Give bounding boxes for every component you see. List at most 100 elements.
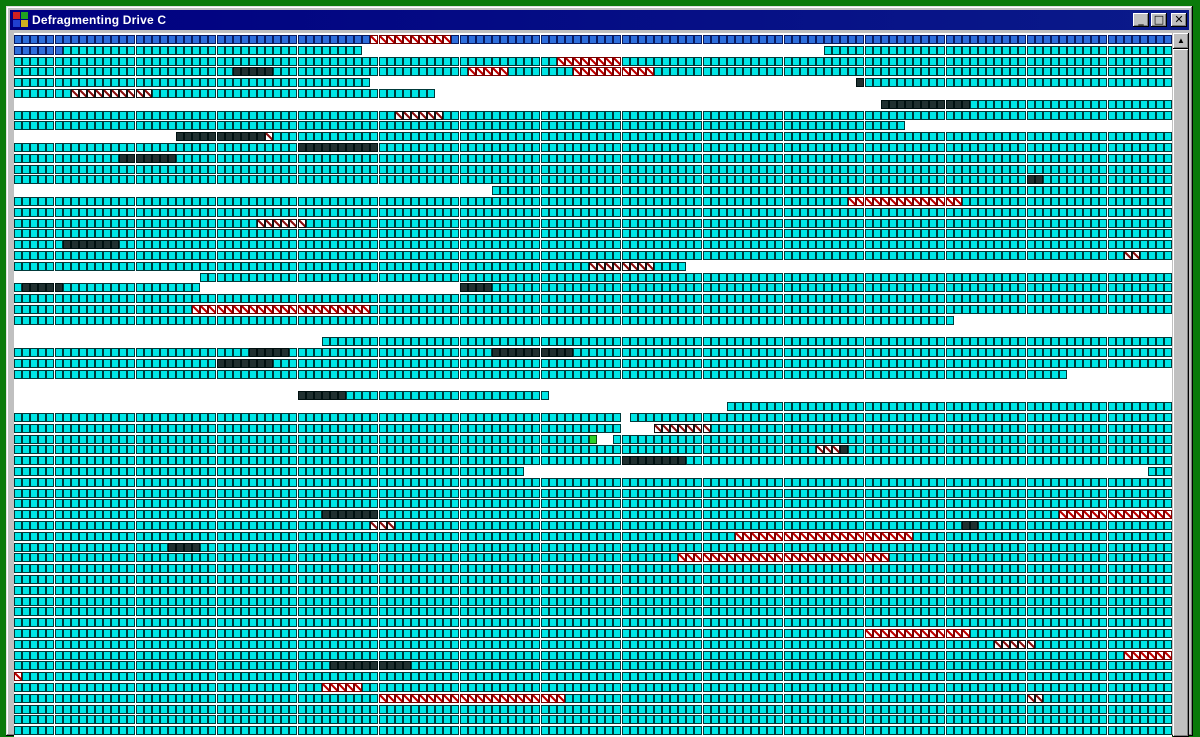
unmoved-cluster (541, 294, 549, 303)
unmoved-cluster (1164, 240, 1172, 249)
unmoved-cluster (22, 175, 30, 184)
unmoved-cluster (330, 46, 338, 55)
unmoved-cluster (848, 294, 856, 303)
bad-cluster (832, 445, 840, 454)
unmoved-cluster (379, 435, 387, 444)
unmoved-cluster (500, 186, 508, 195)
unmoved-cluster (711, 359, 719, 368)
unmoved-cluster (1002, 67, 1010, 76)
unmoved-cluster (14, 121, 22, 130)
unmoved-cluster (468, 391, 476, 400)
unmoved-cluster (808, 413, 816, 422)
unmoved-cluster (1091, 132, 1099, 141)
unmoved-cluster (46, 316, 54, 325)
unmoved-cluster (136, 251, 144, 260)
unmoved-cluster (905, 165, 913, 174)
unmoved-cluster (856, 240, 864, 249)
close-button[interactable]: ✕ (1171, 13, 1187, 27)
unmoved-cluster (759, 121, 767, 130)
unmoved-cluster (800, 435, 808, 444)
unmoved-cluster (767, 143, 775, 152)
unmoved-cluster (565, 165, 573, 174)
unmoved-cluster (508, 229, 516, 238)
unmoved-cluster (1051, 273, 1059, 282)
unmoved-cluster (1140, 456, 1148, 465)
unmoved-cluster (954, 67, 962, 76)
unmoved-cluster (103, 143, 111, 152)
unmoved-cluster (1148, 478, 1156, 487)
unmoved-cluster (87, 78, 95, 87)
unmoved-cluster (176, 424, 184, 433)
unmoved-cluster (1116, 154, 1124, 163)
unmoved-cluster (152, 370, 160, 379)
unmoved-cluster (986, 283, 994, 292)
minimize-button[interactable]: _ (1133, 13, 1149, 27)
unmoved-cluster (492, 240, 500, 249)
defrag-app-icon[interactable] (13, 12, 29, 28)
unmoved-cluster (751, 435, 759, 444)
unmoved-cluster (119, 359, 127, 368)
unmoved-cluster (241, 175, 249, 184)
title-bar[interactable]: Defragmenting Drive C _ □ ✕ (10, 10, 1189, 30)
unmoved-cluster (492, 219, 500, 228)
unmoved-cluster (152, 348, 160, 357)
unmoved-cluster (573, 305, 581, 314)
unmoved-cluster (784, 165, 792, 174)
unmoved-cluster (1027, 348, 1035, 357)
unmoved-cluster (468, 197, 476, 206)
unmoved-cluster (443, 197, 451, 206)
unmoved-cluster (1010, 186, 1018, 195)
unmoved-cluster (1091, 175, 1099, 184)
unmoved-cluster (184, 370, 192, 379)
unmoved-cluster (694, 273, 702, 282)
optimized-cluster (921, 35, 929, 44)
unmoved-cluster (662, 435, 670, 444)
unmoved-cluster (573, 219, 581, 228)
optimized-cluster (1099, 35, 1107, 44)
unmoved-cluster (630, 143, 638, 152)
unmoved-cluster (103, 46, 111, 55)
unmoved-cluster (1124, 413, 1132, 422)
bad-cluster (881, 197, 889, 206)
optimized-cluster (79, 35, 87, 44)
unmoved-cluster (848, 456, 856, 465)
unmoved-cluster (524, 370, 532, 379)
unmoved-cluster (848, 316, 856, 325)
bad-cluster (654, 424, 662, 433)
unmoved-cluster (322, 445, 330, 454)
optimized-cluster (1043, 35, 1051, 44)
unmoved-cluster (395, 294, 403, 303)
unmoved-cluster (249, 89, 257, 98)
unmovable-cluster (111, 240, 119, 249)
unmoved-cluster (686, 359, 694, 368)
unmoved-cluster (119, 305, 127, 314)
unmoved-cluster (605, 413, 613, 422)
unmoved-cluster (840, 413, 848, 422)
unmoved-cluster (589, 305, 597, 314)
unmoved-cluster (387, 435, 395, 444)
unmoved-cluster (759, 229, 767, 238)
bad-cluster (824, 445, 832, 454)
unmoved-cluster (476, 489, 484, 498)
unmoved-cluster (573, 208, 581, 217)
unmoved-cluster (832, 208, 840, 217)
unmoved-cluster (1035, 208, 1043, 217)
unmoved-cluster (613, 413, 621, 422)
unmoved-cluster (840, 402, 848, 411)
unmoved-cluster (95, 165, 103, 174)
optimized-cluster (1164, 35, 1172, 44)
unmoved-cluster (241, 240, 249, 249)
unmoved-cluster (573, 121, 581, 130)
unmoved-cluster (1148, 78, 1156, 87)
unmoved-cluster (468, 413, 476, 422)
unmoved-cluster (848, 229, 856, 238)
unmoved-cluster (516, 273, 524, 282)
unmoved-cluster (549, 294, 557, 303)
unmoved-cluster (1002, 489, 1010, 498)
unmoved-cluster (881, 413, 889, 422)
unmoved-cluster (111, 424, 119, 433)
optimized-cluster (622, 35, 630, 44)
unmoved-cluster (557, 154, 565, 163)
unmoved-cluster (929, 143, 937, 152)
maximize-button[interactable]: □ (1151, 13, 1167, 27)
